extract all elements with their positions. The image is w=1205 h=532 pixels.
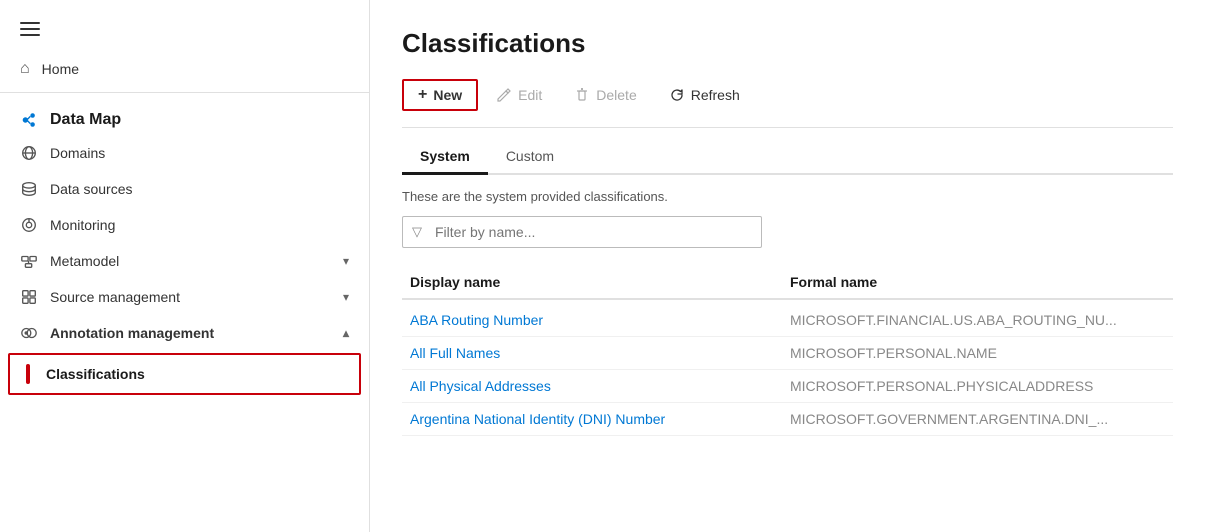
refresh-button-label: Refresh [691,87,740,103]
row-1-formal: MICROSOFT.PERSONAL.NAME [782,345,1173,361]
row-2-formal: MICROSOFT.PERSONAL.PHYSICALADDRESS [782,378,1173,394]
monitoring-icon [20,216,38,234]
edit-icon [496,87,512,103]
metamodel-icon [20,252,38,270]
row-0-display[interactable]: ABA Routing Number [402,312,782,328]
sidebar-section-datamap: Data Map [0,93,369,135]
sidebar: ⌂ Home Data Map Domains [0,0,370,532]
metamodel-label: Metamodel [50,253,119,269]
datamap-icon [20,111,38,129]
sidebar-datamap-label: Data Map [50,111,121,129]
filter-icon: ▽ [412,224,422,240]
table-row: ABA Routing Number MICROSOFT.FINANCIAL.U… [402,304,1173,337]
sidebar-home-label: Home [42,61,79,77]
sidebar-item-annotation-management[interactable]: Annotation management ▴ [0,315,369,351]
plus-icon: + [418,86,427,104]
toolbar: + New Edit Delete Refresh [402,79,1173,111]
sidebar-item-source-management[interactable]: Source management ▾ [0,279,369,315]
datasources-icon [20,180,38,198]
source-management-label: Source management [50,289,180,305]
filter-container: ▽ [402,216,762,248]
annotation-mgmt-chevron-icon: ▴ [343,326,349,340]
source-mgmt-chevron-icon: ▾ [343,290,349,304]
refresh-icon [669,87,685,103]
sidebar-item-domains[interactable]: Domains [0,135,369,171]
annotation-management-label: Annotation management [50,325,214,341]
table-row: Argentina National Identity (DNI) Number… [402,403,1173,436]
delete-button[interactable]: Delete [560,81,650,109]
sidebar-item-metamodel[interactable]: Metamodel ▾ [0,243,369,279]
table-header: Display name Formal name [402,266,1173,300]
row-3-display[interactable]: Argentina National Identity (DNI) Number [402,411,782,427]
tab-system[interactable]: System [402,140,488,175]
delete-icon [574,87,590,103]
active-indicator [26,364,30,384]
source-mgmt-icon [20,288,38,306]
main-content: Classifications + New Edit Delete [370,0,1205,532]
edit-button-label: Edit [518,87,542,103]
sidebar-item-monitoring[interactable]: Monitoring [0,207,369,243]
row-2-display[interactable]: All Physical Addresses [402,378,782,394]
tab-custom[interactable]: Custom [488,140,572,175]
filter-input[interactable] [402,216,762,248]
toolbar-divider [402,127,1173,128]
tab-system-label: System [420,148,470,164]
metamodel-chevron-icon: ▾ [343,254,349,268]
sidebar-item-classifications-active[interactable]: Classifications [8,353,361,395]
data-sources-label: Data sources [50,181,132,197]
row-3-formal: MICROSOFT.GOVERNMENT.ARGENTINA.DNI_... [782,411,1173,427]
new-button-label: New [433,87,462,103]
tab-bar: System Custom [402,140,1173,175]
refresh-button[interactable]: Refresh [655,81,754,109]
delete-button-label: Delete [596,87,636,103]
col-formal-name: Formal name [782,274,1173,290]
sidebar-item-data-sources[interactable]: Data sources [0,171,369,207]
sidebar-item-home[interactable]: ⌂ Home [0,50,369,93]
new-button[interactable]: + New [402,79,478,111]
col-display-name: Display name [402,274,782,290]
home-icon: ⌂ [20,60,30,78]
row-0-formal: MICROSOFT.FINANCIAL.US.ABA_ROUTING_NU... [782,312,1173,328]
classifications-active-label: Classifications [46,366,145,382]
domains-icon [20,144,38,162]
page-title: Classifications [402,28,1173,59]
annotation-icon [20,324,38,342]
domains-label: Domains [50,145,105,161]
tab-custom-label: Custom [506,148,554,164]
table-row: All Full Names MICROSOFT.PERSONAL.NAME [402,337,1173,370]
edit-button[interactable]: Edit [482,81,556,109]
monitoring-label: Monitoring [50,217,115,233]
row-1-display[interactable]: All Full Names [402,345,782,361]
table-row: All Physical Addresses MICROSOFT.PERSONA… [402,370,1173,403]
hamburger-button[interactable] [0,0,369,50]
description-text: These are the system provided classifica… [402,189,1173,204]
